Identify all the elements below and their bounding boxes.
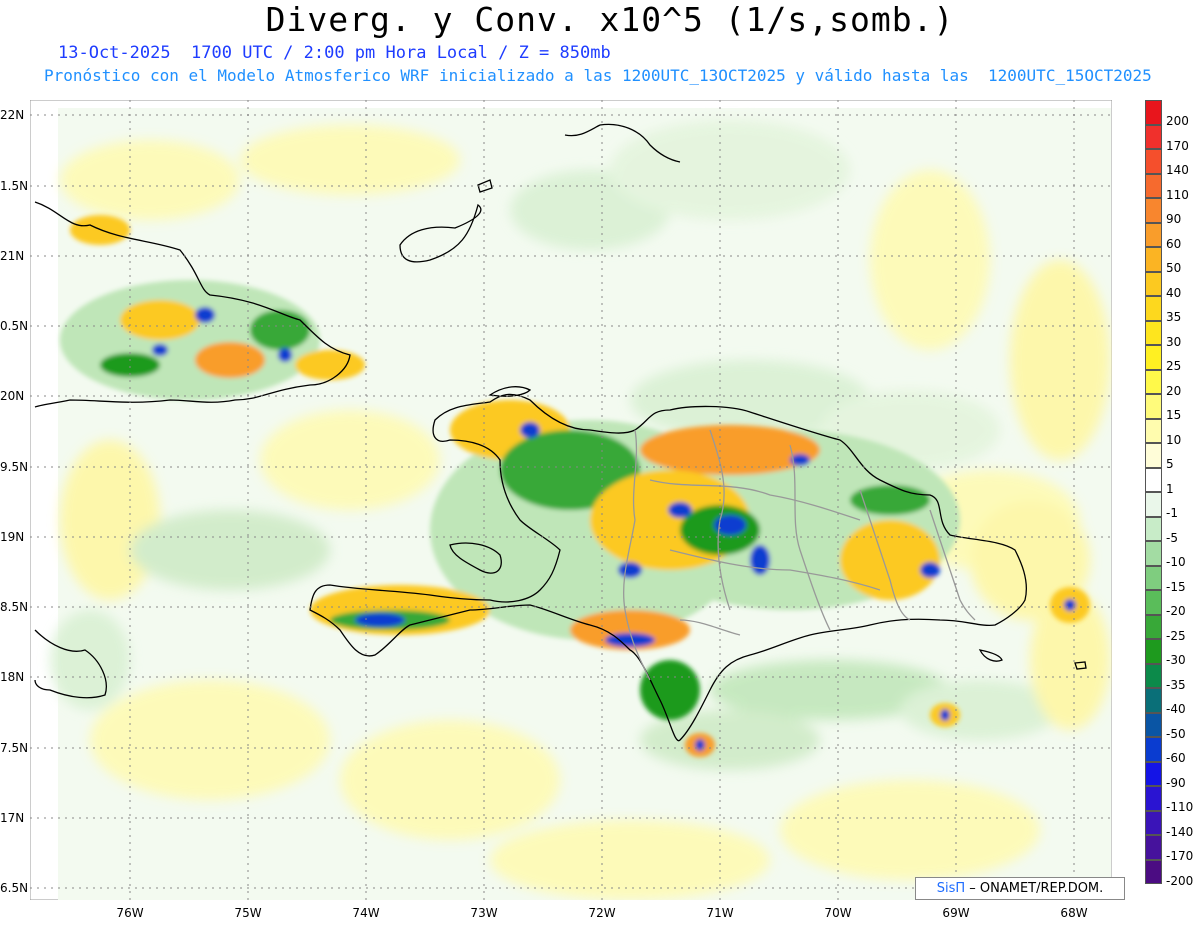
colorbar-swatch [1145,590,1162,615]
colorbar-label: 50 [1166,261,1182,275]
colorbar-label: 110 [1166,187,1189,202]
credit-brand: SisΠ [936,881,966,896]
lat-label: 20N [0,389,25,403]
colorbar-label: -5 [1166,530,1178,545]
colorbar-swatch [1145,565,1162,590]
colorbar-label: -110 [1166,800,1194,814]
colorbar-label: 1 [1166,481,1174,496]
colorbar-swatch [1145,198,1162,223]
lon-label: 71W [706,906,734,920]
colorbar-label: 20 [1166,383,1182,398]
colorbar-swatch [1145,859,1162,884]
colorbar-swatch [1145,761,1162,786]
lat-label: 17N [0,811,25,825]
colorbar-swatch [1145,320,1162,345]
colorbar-label: -30 [1166,653,1186,667]
colorbar-label: -170 [1166,849,1194,863]
colorbar-swatch [1145,394,1162,419]
lat-label: 7.5N [0,741,29,755]
colorbar-swatch [1145,467,1162,492]
lat-label: 22N [0,108,25,122]
lat-label: 21N [0,249,25,263]
colorbar-swatch [1145,149,1162,174]
lat-label: 18N [0,670,25,684]
lon-label: 69W [942,906,970,920]
colorbar-label: 35 [1166,310,1182,324]
lon-label: 76W [116,906,144,920]
colorbar-swatch [1145,737,1162,762]
colorbar-swatch [1145,835,1162,860]
colorbar-swatch [1145,247,1162,272]
colorbar-swatch [1145,222,1162,247]
colorbar-label: 60 [1166,236,1182,251]
divergence-map [30,100,1112,900]
colorbar-label: -35 [1166,677,1186,692]
colorbar-label: -200 [1166,873,1194,888]
colorbar-swatch [1145,516,1162,541]
colorbar-swatch [1145,271,1162,296]
colorbar-swatch [1145,663,1162,688]
colorbar-swatch [1145,786,1162,811]
colorbar-label: -1 [1166,506,1178,520]
colorbar-label: -40 [1166,702,1186,716]
lat-label: 6.5N [0,881,29,895]
colorbar-swatch [1145,492,1162,517]
colorbar [1145,100,1162,884]
colorbar-swatch [1145,639,1162,664]
lat-label: 8.5N [0,600,29,614]
colorbar-label: 170 [1166,138,1189,153]
colorbar-label: -140 [1166,824,1194,839]
colorbar-label: 90 [1166,212,1182,226]
colorbar-swatch [1145,345,1162,370]
colorbar-swatch [1145,369,1162,394]
lat-label: 9.5N [0,460,29,474]
colorbar-swatch [1145,173,1162,198]
colorbar-label: -50 [1166,726,1186,741]
lon-label: 74W [352,906,380,920]
colorbar-swatch [1145,712,1162,737]
colorbar-label: 140 [1166,163,1189,177]
colorbar-swatch [1145,688,1162,713]
lon-label: 73W [470,906,498,920]
colorbar-label: 5 [1166,457,1174,471]
valid-time-subtitle: 13-Oct-2025 1700 UTC / 2:00 pm Hora Loca… [58,43,611,63]
colorbar-label: -60 [1166,751,1186,765]
colorbar-label: 200 [1166,114,1189,128]
colorbar-swatch [1145,810,1162,835]
colorbar-label: -90 [1166,775,1186,790]
colorbar-label: 40 [1166,285,1182,300]
colorbar-swatch [1145,296,1162,321]
colorbar-label: -20 [1166,604,1186,618]
colorbar-swatch [1145,124,1162,149]
colorbar-label: 10 [1166,432,1182,447]
colorbar-swatch [1145,443,1162,468]
chart-title: Diverg. y Conv. x10^5 (1/s,somb.) [265,0,955,39]
lat-label: 19N [0,530,25,544]
colorbar-label: 25 [1166,359,1182,373]
lon-label: 68W [1060,906,1088,920]
lat-label: 1.5N [0,179,29,193]
model-run-subtitle: Pronóstico con el Modelo Atmosferico WRF… [44,66,1152,85]
colorbar-label: -15 [1166,579,1186,594]
colorbar-swatch [1145,418,1162,443]
colorbar-label: -25 [1166,628,1186,643]
colorbar-label: 30 [1166,334,1182,349]
colorbar-swatch [1145,100,1162,125]
colorbar-label: -10 [1166,555,1186,569]
lat-label: 0.5N [0,319,29,333]
colorbar-label: 15 [1166,408,1182,422]
credit-text: – ONAMET/REP.DOM. [969,881,1104,896]
colorbar-swatch [1145,614,1162,639]
credit-box: SisΠ – ONAMET/REP.DOM. [915,877,1125,900]
colorbar-swatch [1145,541,1162,566]
lon-label: 72W [588,906,616,920]
lon-label: 75W [234,906,262,920]
lon-label: 70W [824,906,852,920]
